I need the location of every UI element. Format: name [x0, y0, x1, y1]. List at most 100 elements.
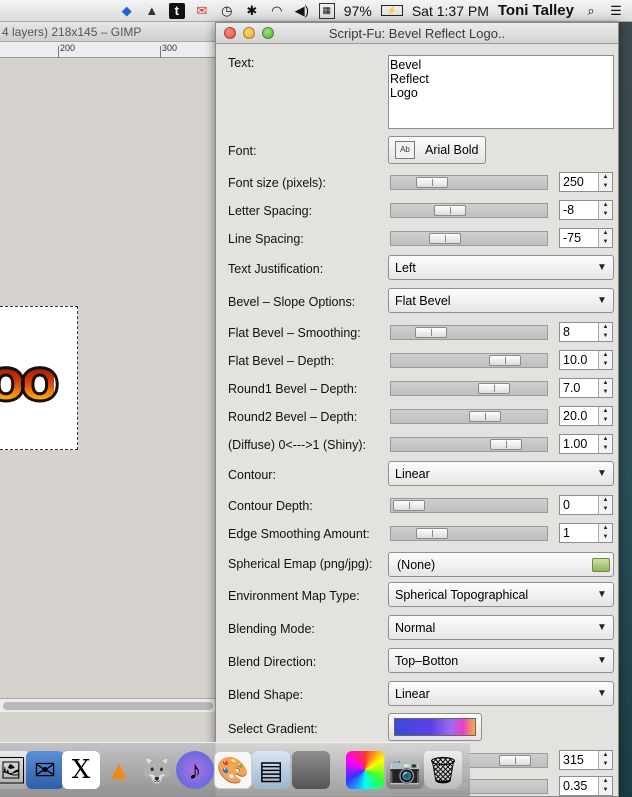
- value-spinbox[interactable]: 1.00 ▲ ▼: [559, 434, 613, 454]
- google-drive-icon[interactable]: ▲: [144, 3, 160, 19]
- value-spinbox[interactable]: 315 ▲ ▼: [559, 750, 613, 770]
- stepper-arrows-icon[interactable]: ▲ ▼: [598, 777, 612, 795]
- stepper-arrows-icon[interactable]: ▲ ▼: [598, 435, 612, 453]
- value-spinbox[interactable]: 10.0 ▲ ▼: [559, 350, 613, 370]
- value-slider[interactable]: [390, 203, 548, 218]
- value-slider[interactable]: [390, 437, 548, 452]
- spinbox-value[interactable]: -8: [563, 203, 598, 217]
- value-slider[interactable]: [390, 175, 548, 190]
- trash-icon[interactable]: 🗑: [424, 751, 462, 789]
- value-spinbox[interactable]: 0 ▲ ▼: [559, 495, 613, 515]
- spinbox-value[interactable]: 0.35: [563, 779, 598, 793]
- vlc-icon[interactable]: ▲: [100, 751, 138, 789]
- menu-clock[interactable]: Sat 1:37 PM: [412, 3, 489, 19]
- spinbox-value[interactable]: 7.0: [563, 381, 598, 395]
- slider-knob[interactable]: [478, 383, 510, 394]
- document-preview-icon[interactable]: ▤: [252, 751, 290, 789]
- horizontal-scrollbar[interactable]: [0, 698, 220, 712]
- text-justification-select[interactable]: Left ▼: [388, 255, 614, 280]
- stepper-arrows-icon[interactable]: ▲ ▼: [598, 323, 612, 341]
- blending-mode-select[interactable]: Normal ▼: [388, 615, 614, 640]
- slider-knob[interactable]: [499, 755, 531, 766]
- value-spinbox[interactable]: 20.0 ▲ ▼: [559, 406, 613, 426]
- spinbox-value[interactable]: 10.0: [563, 353, 598, 367]
- minimize-button[interactable]: [243, 27, 255, 39]
- gimp-active-icon[interactable]: 🎨: [214, 751, 252, 789]
- value-slider[interactable]: [390, 526, 548, 541]
- slider-knob[interactable]: [469, 411, 501, 422]
- image-capture-icon[interactable]: 📷: [386, 751, 424, 789]
- stepper-arrows-icon[interactable]: ▲ ▼: [598, 351, 612, 369]
- logo-text-input[interactable]: Bevel Reflect Logo: [388, 55, 614, 129]
- value-spinbox[interactable]: 1 ▲ ▼: [559, 523, 613, 543]
- itunes-icon[interactable]: ♪: [176, 751, 214, 789]
- blend-shape-select[interactable]: Linear ▼: [388, 681, 614, 706]
- emap-file-chooser[interactable]: (None): [388, 552, 614, 577]
- spinbox-value[interactable]: 315: [563, 753, 598, 767]
- slider-knob[interactable]: [490, 439, 522, 450]
- image-canvas[interactable]: oo: [0, 58, 220, 698]
- value-spinbox[interactable]: -8 ▲ ▼: [559, 200, 613, 220]
- bevel-slope-select[interactable]: Flat Bevel ▼: [388, 288, 614, 313]
- tumblr-icon[interactable]: t: [168, 2, 185, 19]
- slider-knob[interactable]: [415, 327, 447, 338]
- font-select-button[interactable]: Ab Arial Bold: [388, 136, 486, 164]
- env-map-type-select[interactable]: Spherical Topographical ▼: [388, 582, 614, 607]
- slider-knob[interactable]: [434, 205, 466, 216]
- value-spinbox[interactable]: -75 ▲ ▼: [559, 228, 613, 248]
- dialog-titlebar[interactable]: Script-Fu: Bevel Reflect Logo..: [216, 23, 618, 44]
- slider-knob[interactable]: [489, 355, 521, 366]
- slider-knob[interactable]: [429, 233, 461, 244]
- slider-knob[interactable]: [416, 177, 448, 188]
- spinbox-value[interactable]: 250: [563, 175, 598, 189]
- terminal-icon[interactable]: [292, 751, 330, 789]
- spinbox-value[interactable]: -75: [563, 231, 598, 245]
- close-button[interactable]: [224, 27, 236, 39]
- stepper-arrows-icon[interactable]: ▲ ▼: [598, 751, 612, 769]
- battery-percent[interactable]: 97%: [344, 3, 372, 19]
- slider-knob[interactable]: [393, 500, 425, 511]
- value-slider[interactable]: [390, 231, 548, 246]
- value-spinbox[interactable]: 0.35 ▲ ▼: [559, 776, 613, 796]
- stepper-arrows-icon[interactable]: ▲ ▼: [598, 524, 612, 542]
- value-spinbox[interactable]: 8 ▲ ▼: [559, 322, 613, 342]
- spinbox-value[interactable]: 1.00: [563, 437, 598, 451]
- battery-icon[interactable]: ⚡: [380, 5, 403, 16]
- value-slider[interactable]: [390, 353, 548, 368]
- mail-app-icon[interactable]: ✉: [26, 751, 64, 789]
- spinbox-value[interactable]: 1: [563, 526, 598, 540]
- mail-icon[interactable]: ✉: [194, 3, 210, 19]
- value-slider[interactable]: [390, 325, 548, 340]
- stepper-arrows-icon[interactable]: ▲ ▼: [598, 379, 612, 397]
- color-picker-icon[interactable]: [346, 751, 384, 789]
- folder-icon[interactable]: [592, 557, 610, 572]
- bluetooth-icon[interactable]: ✱: [244, 3, 260, 19]
- gradient-select-button[interactable]: [388, 713, 482, 741]
- wifi-icon[interactable]: ◠: [269, 3, 285, 19]
- contour-select[interactable]: Linear ▼: [388, 461, 614, 486]
- slider-knob[interactable]: [416, 528, 448, 539]
- value-slider[interactable]: [390, 381, 548, 396]
- spinbox-value[interactable]: 20.0: [563, 409, 598, 423]
- time-machine-icon[interactable]: ◷: [219, 3, 235, 19]
- stepper-arrows-icon[interactable]: ▲ ▼: [598, 407, 612, 425]
- notification-center-icon[interactable]: ☰: [608, 3, 624, 19]
- zoom-button[interactable]: [262, 27, 274, 39]
- scrollbar-thumb[interactable]: [3, 702, 213, 710]
- value-spinbox[interactable]: 7.0 ▲ ▼: [559, 378, 613, 398]
- stepper-arrows-icon[interactable]: ▲ ▼: [598, 173, 612, 191]
- stepper-arrows-icon[interactable]: ▲ ▼: [598, 229, 612, 247]
- user-name[interactable]: Toni Talley: [498, 2, 574, 19]
- stepper-arrows-icon[interactable]: ▲ ▼: [598, 201, 612, 219]
- value-spinbox[interactable]: 250 ▲ ▼: [559, 172, 613, 192]
- stepper-arrows-icon[interactable]: ▲ ▼: [598, 496, 612, 514]
- logo-image-layer[interactable]: oo: [0, 306, 78, 450]
- volume-icon[interactable]: ◀): [294, 3, 310, 19]
- spotlight-icon[interactable]: ⌕: [583, 3, 599, 19]
- value-slider[interactable]: [390, 498, 548, 513]
- gimp-wilber-icon[interactable]: 🐺: [138, 751, 176, 789]
- value-slider[interactable]: [390, 409, 548, 424]
- spinbox-value[interactable]: 0: [563, 498, 598, 512]
- blend-direction-select[interactable]: Top–Botton ▼: [388, 648, 614, 673]
- keyboard-flag-icon[interactable]: ▦: [318, 2, 335, 19]
